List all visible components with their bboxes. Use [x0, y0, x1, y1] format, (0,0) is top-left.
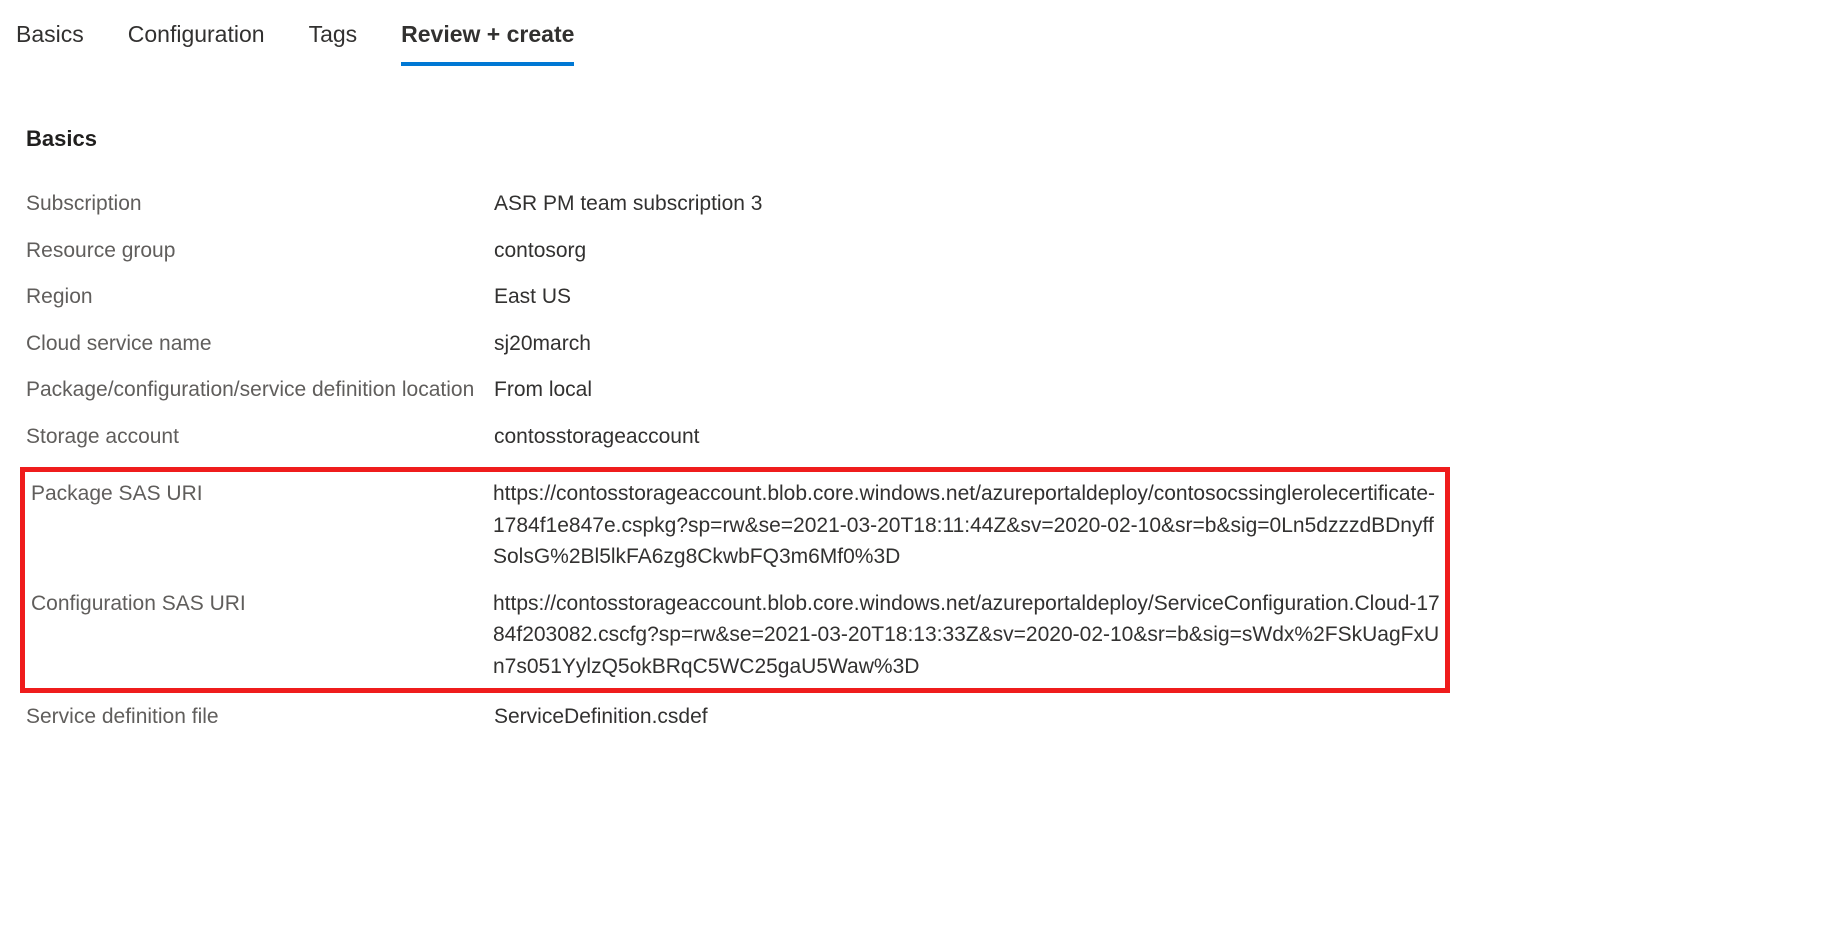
row-storage-account: Storage account contosstorageaccount [26, 421, 1834, 453]
value-package-sas-uri: https://contosstorageaccount.blob.core.w… [493, 478, 1445, 573]
row-config-sas-uri: Configuration SAS URI https://contosstor… [31, 588, 1445, 683]
row-resource-group: Resource group contosorg [26, 235, 1834, 267]
row-subscription: Subscription ASR PM team subscription 3 [26, 188, 1834, 220]
tab-bar: Basics Configuration Tags Review + creat… [16, 18, 1834, 66]
value-cloud-service-name: sj20march [494, 328, 1454, 360]
label-region: Region [26, 281, 494, 313]
label-storage-account: Storage account [26, 421, 494, 453]
row-region: Region East US [26, 281, 1834, 313]
label-cloud-service-name: Cloud service name [26, 328, 494, 360]
tab-tags[interactable]: Tags [309, 18, 358, 66]
value-service-def-file: ServiceDefinition.csdef [494, 701, 1454, 733]
value-storage-account: contosstorageaccount [494, 421, 1454, 453]
label-package-sas-uri: Package SAS URI [31, 478, 493, 510]
tab-review-create[interactable]: Review + create [401, 18, 574, 66]
row-package-sas-uri: Package SAS URI https://contosstorageacc… [31, 478, 1445, 573]
row-pkg-location: Package/configuration/service definition… [26, 374, 1834, 406]
label-config-sas-uri: Configuration SAS URI [31, 588, 493, 620]
label-subscription: Subscription [26, 188, 494, 220]
row-service-def-file: Service definition file ServiceDefinitio… [26, 701, 1834, 733]
tab-configuration[interactable]: Configuration [128, 18, 265, 66]
highlight-sas-uris: Package SAS URI https://contosstorageacc… [20, 467, 1450, 693]
section-heading-basics: Basics [26, 126, 1834, 152]
value-pkg-location: From local [494, 374, 1454, 406]
value-resource-group: contosorg [494, 235, 1454, 267]
tab-basics[interactable]: Basics [16, 18, 84, 66]
value-subscription: ASR PM team subscription 3 [494, 188, 1454, 220]
label-service-def-file: Service definition file [26, 701, 494, 733]
review-section: Basics Subscription ASR PM team subscrip… [16, 126, 1834, 733]
value-config-sas-uri: https://contosstorageaccount.blob.core.w… [493, 588, 1445, 683]
label-resource-group: Resource group [26, 235, 494, 267]
label-pkg-location: Package/configuration/service definition… [26, 374, 494, 406]
row-cloud-service-name: Cloud service name sj20march [26, 328, 1834, 360]
value-region: East US [494, 281, 1454, 313]
